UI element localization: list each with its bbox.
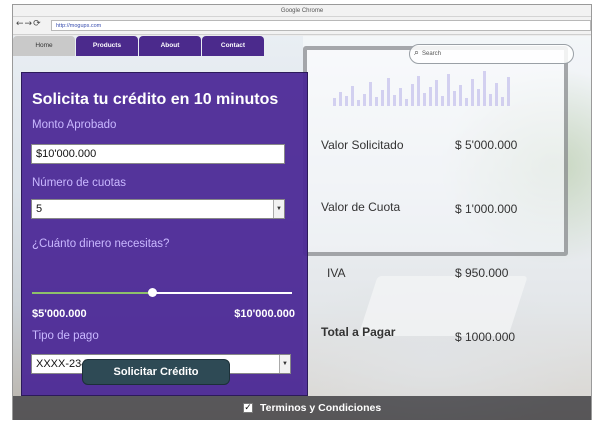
summary-label-iva: IVA — [327, 266, 346, 280]
slider-handle[interactable] — [147, 288, 157, 297]
tab-about[interactable]: About — [139, 36, 201, 56]
summary-label-installment: Valor de Cuota — [321, 200, 401, 214]
tab-products[interactable]: Products — [76, 36, 138, 56]
summary-panel: Valor Solicitado $ 5'000.000 Valor de Cu… — [309, 72, 579, 396]
back-forward-reload-icons[interactable]: ←→⟳ — [16, 19, 42, 29]
slider-min-value: $5'000.000 — [32, 308, 87, 320]
address-bar-area: ←→⟳ http://mogups.com — [13, 17, 591, 35]
submit-button[interactable]: Solicitar Crédito — [82, 359, 230, 385]
installments-value: 5 — [36, 203, 43, 215]
page-content: Home Products About Contact ⌕ Search Sol… — [13, 36, 591, 420]
slider-fill — [32, 292, 152, 294]
credit-form-panel: Solicita tu crédito en 10 minutos Monto … — [21, 72, 308, 396]
window-title: Google Chrome — [13, 5, 591, 17]
terms-label[interactable]: Terminos y Condiciones — [260, 402, 381, 414]
summary-label-total: Total a Pagar — [321, 325, 396, 339]
summary-value-iva: $ 950.000 — [455, 266, 509, 280]
summary-value-requested: $ 5'000.000 — [455, 138, 518, 152]
tab-home[interactable]: Home — [13, 36, 75, 56]
url-field[interactable]: http://mogups.com — [51, 20, 591, 31]
terms-checkbox[interactable]: ✓ — [243, 403, 253, 413]
amount-label: Monto Aprobado — [32, 119, 117, 131]
payment-type-label: Tipo de pago — [32, 330, 99, 342]
summary-label-requested: Valor Solicitado — [321, 138, 404, 152]
summary-value-installment: $ 1'000.000 — [455, 202, 518, 216]
search-box[interactable]: ⌕ Search — [409, 44, 574, 64]
amount-slider[interactable] — [32, 288, 292, 297]
tab-contact[interactable]: Contact — [202, 36, 264, 56]
search-input[interactable]: Search — [422, 45, 441, 64]
installments-select[interactable]: 5 ▼ — [31, 199, 285, 219]
chevron-down-icon[interactable]: ▼ — [273, 200, 284, 218]
form-title: Solicita tu crédito en 10 minutos — [32, 91, 279, 108]
chevron-down-icon[interactable]: ▼ — [279, 355, 290, 373]
question-label: ¿Cuánto dinero necesitas? — [32, 238, 170, 250]
installments-label: Número de cuotas — [32, 177, 126, 189]
slider-max-value: $10'000.000 — [234, 308, 295, 320]
browser-window: Google Chrome ←→⟳ http://mogups.com Home… — [12, 4, 592, 420]
summary-value-total: $ 1000.000 — [455, 330, 516, 344]
nav-tabs: Home Products About Contact — [13, 36, 265, 56]
search-icon: ⌕ — [414, 48, 420, 58]
amount-field[interactable]: $10'000.000 — [31, 144, 285, 164]
